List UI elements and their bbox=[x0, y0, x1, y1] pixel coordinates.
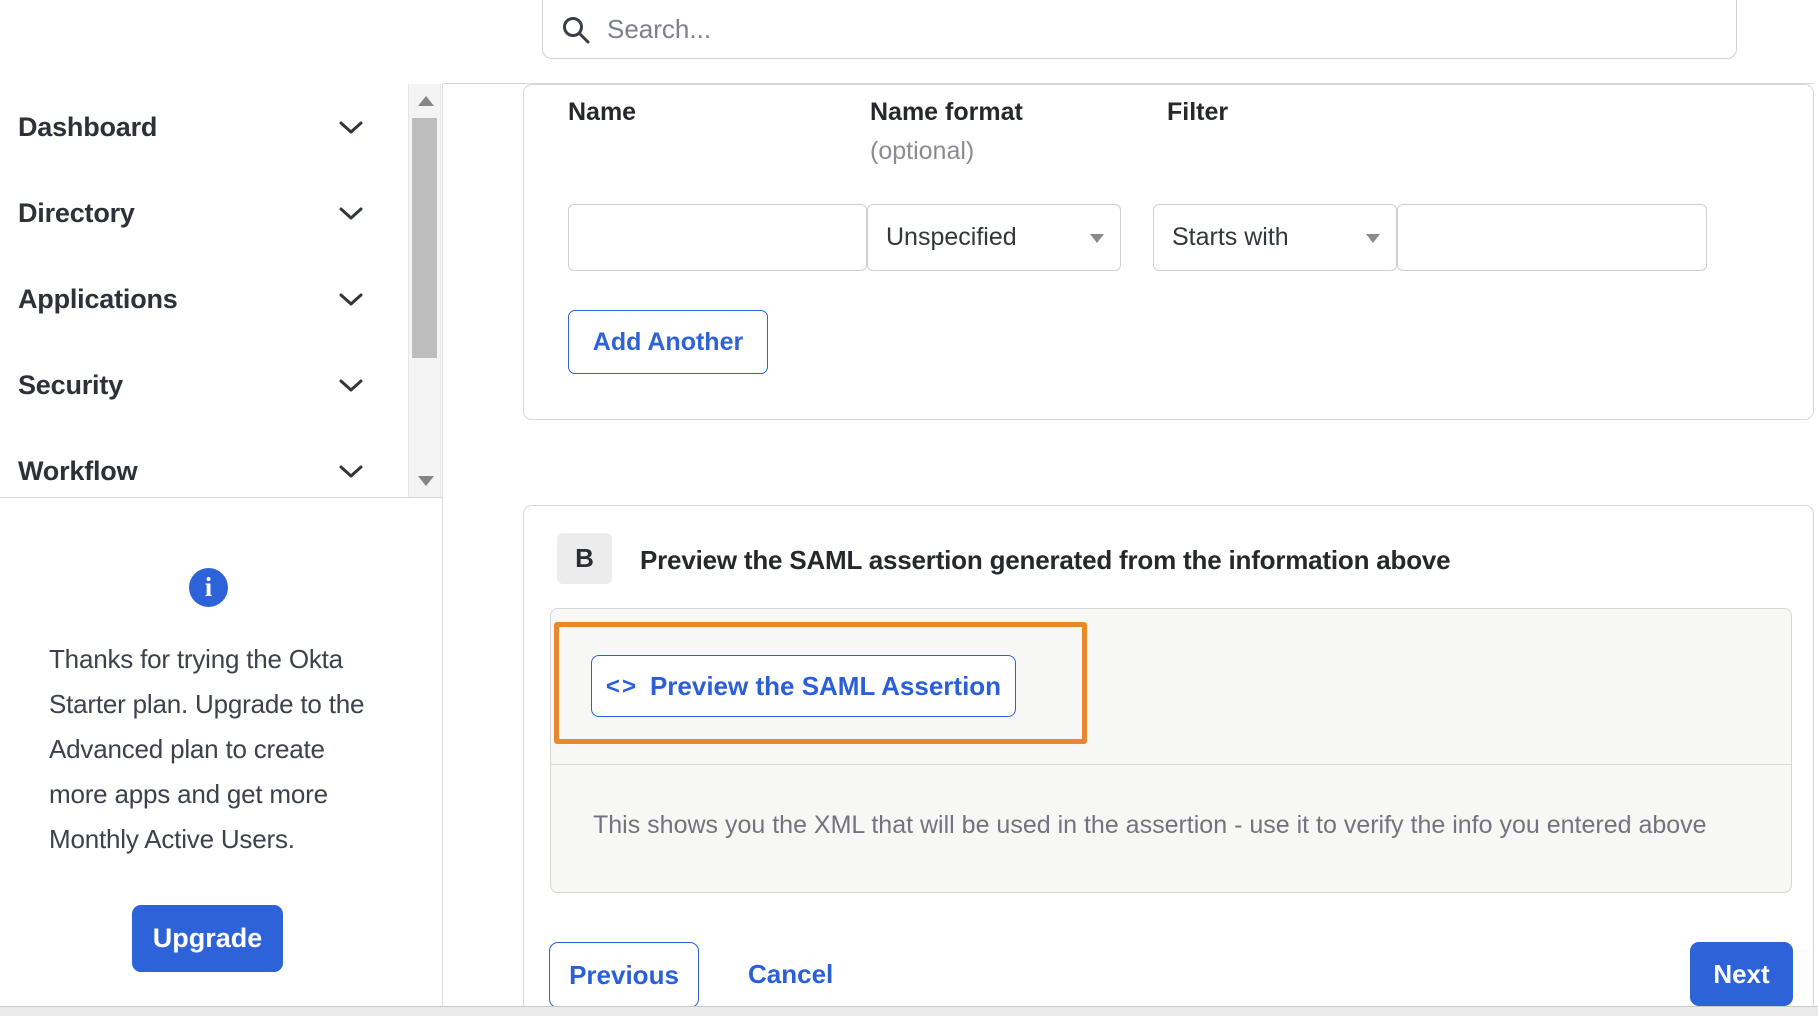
sidebar-item-directory[interactable]: Directory bbox=[0, 170, 408, 256]
sidebar-item-applications[interactable]: Applications bbox=[0, 256, 408, 342]
attribute-statement-card: Name Name format (optional) Filter Unspe… bbox=[523, 84, 1814, 420]
scrollbar-up-icon[interactable] bbox=[418, 96, 434, 106]
sidebar-item-label: Workflow bbox=[18, 455, 138, 486]
add-another-button[interactable]: Add Another bbox=[568, 310, 768, 374]
preview-button-label: Preview the SAML Assertion bbox=[649, 670, 1002, 701]
preview-panel: <> Preview the SAML Assertion This shows… bbox=[550, 608, 1792, 893]
chevron-down-icon bbox=[339, 293, 363, 306]
chevron-down-icon bbox=[339, 379, 363, 392]
chevron-down-icon bbox=[339, 121, 363, 134]
previous-button[interactable]: Previous bbox=[549, 942, 699, 1008]
sidebar-item-label: Applications bbox=[18, 283, 178, 314]
search-icon bbox=[563, 16, 590, 43]
chevron-down-icon bbox=[339, 465, 363, 478]
sidebar-item-security[interactable]: Security bbox=[0, 342, 408, 428]
sidebar-item-label: Dashboard bbox=[18, 111, 158, 142]
filter-type-select[interactable]: Starts with bbox=[1153, 204, 1397, 271]
sidebar-item-workflow[interactable]: Workflow bbox=[0, 428, 408, 514]
filter-type-value: Starts with bbox=[1172, 223, 1289, 251]
preview-saml-assertion-button[interactable]: <> Preview the SAML Assertion bbox=[591, 655, 1016, 717]
scrollbar-down-icon[interactable] bbox=[418, 476, 434, 486]
info-icon: i bbox=[189, 568, 228, 607]
cancel-link[interactable]: Cancel bbox=[748, 959, 833, 990]
global-search[interactable] bbox=[542, 0, 1737, 59]
preview-saml-card: B Preview the SAML assertion generated f… bbox=[523, 505, 1814, 1016]
okta-admin-page: okta Dashboard Directory Applications Se… bbox=[0, 0, 1818, 1016]
search-input[interactable] bbox=[607, 14, 1687, 45]
sidebar-menu: Dashboard Directory Applications Securit… bbox=[0, 84, 408, 514]
filter-value-input[interactable] bbox=[1397, 204, 1707, 271]
upgrade-message: Thanks for trying the Okta Starter plan.… bbox=[49, 644, 365, 854]
viewport-bottom-strip bbox=[0, 1006, 1818, 1016]
filter-column-label: Filter bbox=[1167, 98, 1229, 126]
upgrade-button[interactable]: Upgrade bbox=[132, 905, 283, 972]
scrollbar-thumb[interactable] bbox=[412, 118, 437, 358]
name-column-label: Name bbox=[568, 98, 637, 126]
panel-divider bbox=[551, 764, 1791, 765]
sidebar-divider bbox=[442, 83, 443, 1008]
section-b-title: Preview the SAML assertion generated fro… bbox=[640, 545, 1451, 575]
sidebar-item-dashboard[interactable]: Dashboard bbox=[0, 84, 408, 170]
chevron-down-icon bbox=[339, 207, 363, 220]
code-icon: <> bbox=[605, 673, 638, 700]
section-b-badge: B bbox=[557, 533, 612, 584]
name-format-value: Unspecified bbox=[886, 223, 1017, 251]
name-format-column-label: Name format bbox=[870, 98, 1023, 126]
caret-down-icon bbox=[1366, 234, 1380, 243]
next-button[interactable]: Next bbox=[1690, 942, 1793, 1006]
name-format-optional-label: (optional) bbox=[870, 137, 975, 165]
sidebar-item-label: Directory bbox=[18, 197, 135, 228]
sidebar-menu-divider bbox=[0, 497, 443, 498]
attribute-name-input[interactable] bbox=[568, 204, 867, 271]
name-format-select[interactable]: Unspecified bbox=[867, 204, 1121, 271]
sidebar-scrollbar[interactable] bbox=[408, 84, 441, 497]
caret-down-icon bbox=[1090, 234, 1104, 243]
sidebar: Dashboard Directory Applications Securit… bbox=[0, 0, 443, 1016]
preview-note-text: This shows you the XML that will be used… bbox=[593, 811, 1707, 839]
sidebar-item-label: Security bbox=[18, 369, 123, 400]
